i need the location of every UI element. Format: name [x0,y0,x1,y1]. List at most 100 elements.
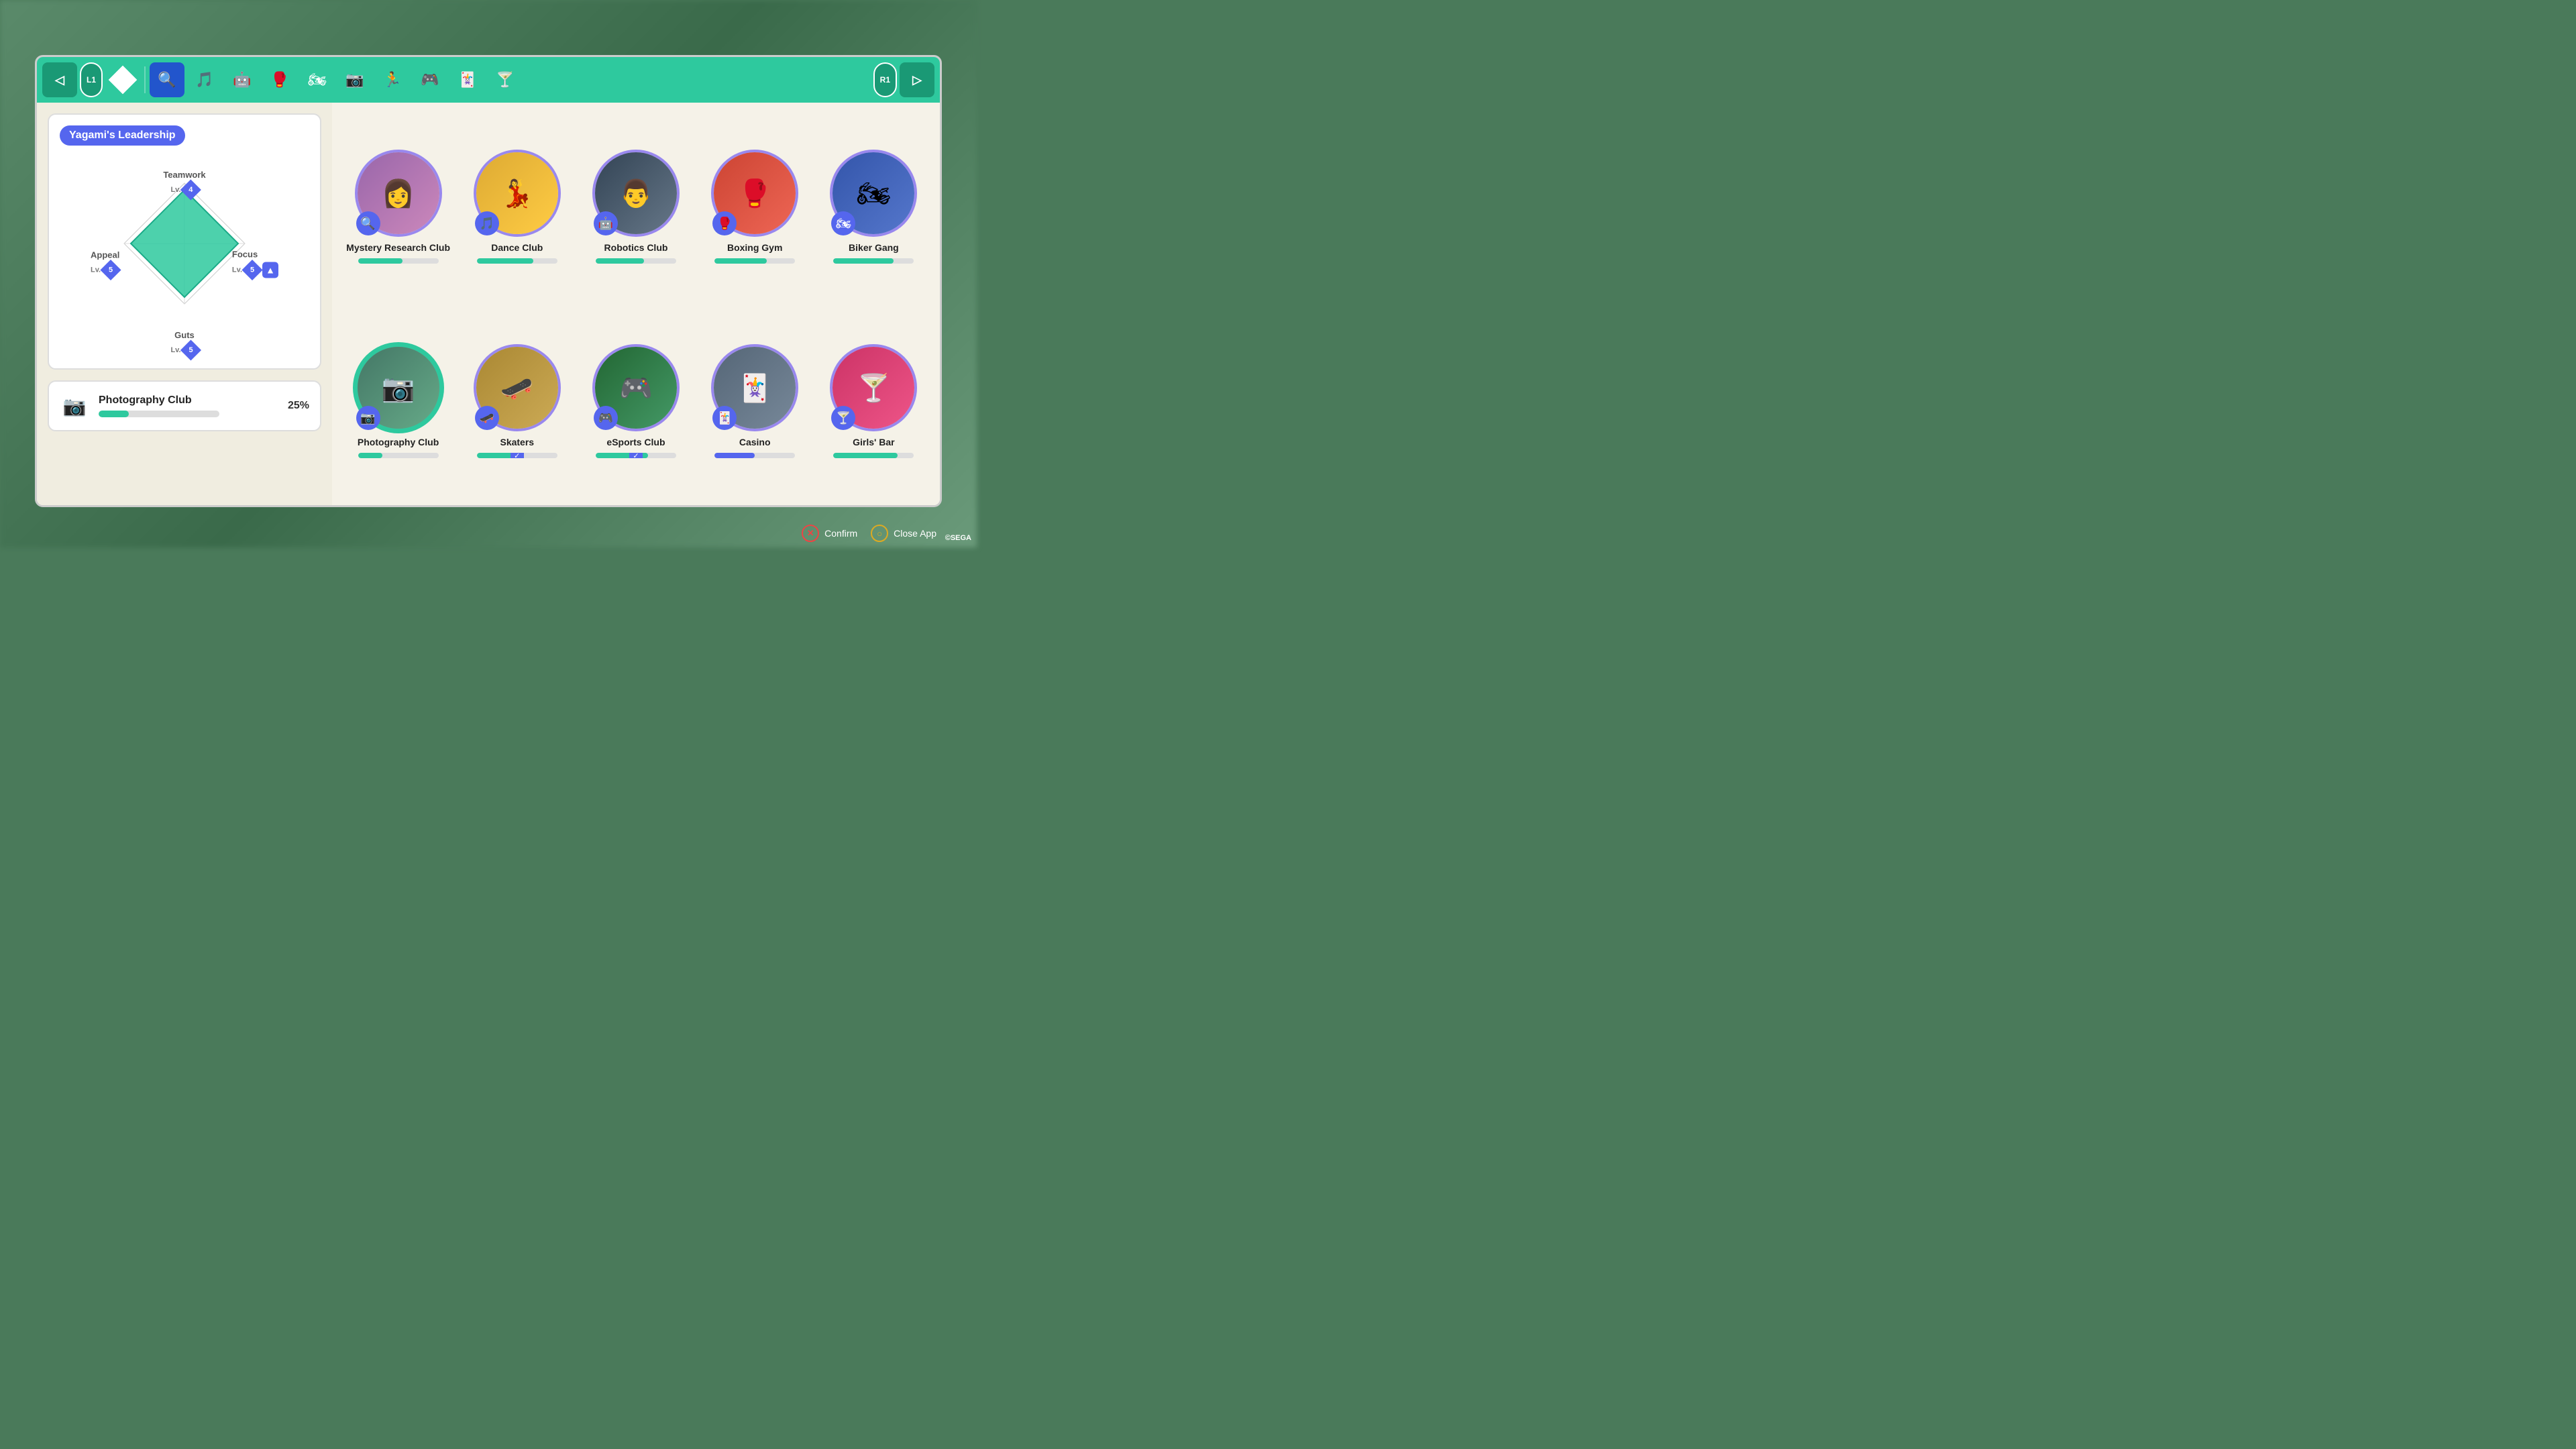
diamond-shape [109,66,137,94]
o-button[interactable]: ○ [871,525,888,542]
bottom-bar: ✕ Confirm ○ Close App [802,525,936,542]
club-card-esports[interactable]: 🎮 🎮 eSports Club ✓ [583,311,688,492]
nav-tab-moto[interactable]: 🏍 [300,62,335,97]
club-card-robotics[interactable]: 👨 🤖 Robotics Club [583,116,688,297]
club-name-girlsbar: Girls' Bar [853,437,894,447]
photo-club-progress-fill [99,411,129,417]
next-button[interactable]: ▷ [900,62,934,97]
bar-icon: 🍸 [496,71,514,89]
nav-tab-camera[interactable]: 📷 [337,62,372,97]
club-avatar-girlsbar: 🍸 🍸 [830,344,917,431]
photo-club-icon: 📷 [60,391,89,421]
prev-button[interactable]: ◁ [42,62,77,97]
nav-tab-run[interactable]: 🏃 [375,62,410,97]
club-card-skaters[interactable]: 🛹 🛹 Skaters ✓ [464,311,570,492]
club-avatar-robotics: 👨 🤖 [592,150,680,237]
club-card-casino[interactable]: 🃏 🃏 Casino [702,311,808,492]
club-avatar-biker: 🏍 🏍 [830,150,917,237]
nav-tab-boxing[interactable]: 🥊 [262,62,297,97]
club-avatar-dance: 💃 🎵 [474,150,561,237]
leadership-title: Yagami's Leadership [60,125,185,146]
esports-check-badge: ✓ [629,453,643,458]
mystery-icon-overlay: 🔍 [356,211,380,235]
moto-icon: 🏍 [308,71,327,89]
club-bar-boxing [714,258,795,264]
club-card-dance[interactable]: 💃 🎵 Dance Club [464,116,570,297]
photo-club-percent: 25% [288,400,309,412]
club-bar-esports: ✓ [596,453,676,458]
club-avatar-skaters: 🛹 🛹 [474,344,561,431]
cards-icon: 🃏 [458,71,476,89]
club-card-photo[interactable]: 📷 📷 Photography Club [345,311,451,492]
esports-icon-overlay: 🎮 [594,406,618,430]
camera-icon: 📷 [345,71,364,89]
club-bar-girlsbar [833,453,914,458]
club-name-robotics: Robotics Club [604,242,668,253]
club-name-photo: Photography Club [358,437,439,447]
run-icon: 🏃 [383,71,401,89]
sega-logo: ©SEGA [945,534,971,542]
r1-button[interactable]: R1 [873,62,897,97]
club-grid: 👩 🔍 Mystery Research Club 💃 🎵 Dance Club [332,103,940,505]
close-action[interactable]: ○ Close App [871,525,936,542]
photo-club-info: Photography Club [99,394,278,417]
club-avatar-esports: 🎮 🎮 [592,344,680,431]
x-button[interactable]: ✕ [802,525,819,542]
biker-icon-overlay: 🏍 [831,211,855,235]
girlsbar-icon-overlay: 🍸 [831,406,855,430]
club-name-dance: Dance Club [491,242,543,253]
club-name-casino: Casino [739,437,771,447]
club-name-biker: Biker Gang [849,242,899,253]
club-avatar-casino: 🃏 🃏 [711,344,798,431]
casino-icon-overlay: 🃏 [712,406,737,430]
nav-tab-music[interactable]: 🎵 [187,62,222,97]
appeal-label: Appeal Lv. 5 [91,250,119,278]
music-icon: 🎵 [195,71,213,89]
radar-chart: Teamwork Lv. 4 Appeal Lv. 5 [91,170,278,358]
club-card-boxing[interactable]: 🥊 🥊 Boxing Gym [702,116,808,297]
nav-tab-game[interactable]: 🎮 [413,62,447,97]
close-label: Close App [894,528,936,539]
nav-tab-robot[interactable]: 🤖 [225,62,260,97]
nav-tab-cards[interactable]: 🃏 [450,62,485,97]
club-name-skaters: Skaters [500,437,534,447]
club-card-girlsbar[interactable]: 🍸 🍸 Girls' Bar [821,311,926,492]
club-name-boxing: Boxing Gym [727,242,782,253]
club-name-esports: eSports Club [606,437,665,447]
club-bar-dance [477,258,557,264]
club-bar-mystery [358,258,439,264]
nav-diamond-icon[interactable] [105,62,140,97]
confirm-action[interactable]: ✕ Confirm [802,525,857,542]
photo-icon-overlay: 📷 [356,406,380,430]
skaters-check-badge: ✓ [511,453,524,458]
focus-label: Focus Lv. 5 ▲ [232,250,278,278]
left-panel: Yagami's Leadership Teamwork Lv. 4 Appea… [37,103,332,505]
l1-label: L1 [87,75,96,85]
current-club-bar: 📷 Photography Club 25% [48,380,321,431]
teamwork-label: Teamwork Lv. 4 [163,170,205,197]
top-nav: ◁ L1 🔍 🎵 🤖 🥊 🏍 📷 🏃 [37,57,940,103]
club-avatar-boxing: 🥊 🥊 [711,150,798,237]
photo-club-name: Photography Club [99,394,278,407]
nav-tab-investigation[interactable]: 🔍 [150,62,184,97]
guts-label: Guts Lv. 5 [170,330,198,358]
l1-button[interactable]: L1 [80,62,103,97]
dance-icon-overlay: 🎵 [475,211,499,235]
investigation-icon: 🔍 [158,71,176,89]
nav-separator [144,66,146,93]
boxing-icon: 🥊 [270,71,288,89]
club-avatar-mystery: 👩 🔍 [355,150,442,237]
nav-tab-bar[interactable]: 🍸 [488,62,523,97]
robotics-icon-overlay: 🤖 [594,211,618,235]
game-icon: 🎮 [421,71,439,89]
main-window: ◁ L1 🔍 🎵 🤖 🥊 🏍 📷 🏃 [35,55,942,507]
club-bar-skaters: ✓ [477,453,557,458]
club-card-biker[interactable]: 🏍 🏍 Biker Gang [821,116,926,297]
club-bar-robotics [596,258,676,264]
r1-label: R1 [880,75,890,85]
club-bar-casino [714,453,795,458]
robot-icon: 🤖 [233,71,251,89]
leadership-box: Yagami's Leadership Teamwork Lv. 4 Appea… [48,113,321,370]
club-avatar-photo: 📷 📷 [355,344,442,431]
club-card-mystery[interactable]: 👩 🔍 Mystery Research Club [345,116,451,297]
